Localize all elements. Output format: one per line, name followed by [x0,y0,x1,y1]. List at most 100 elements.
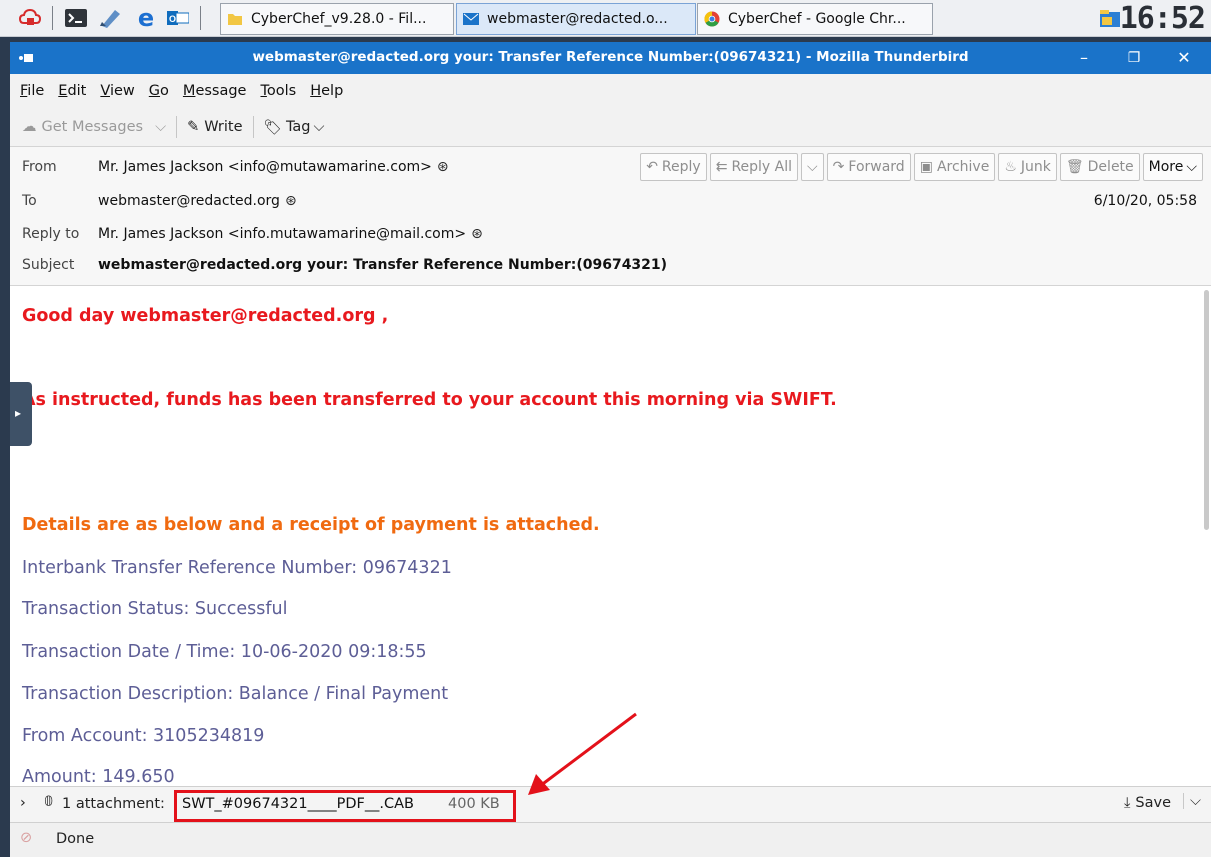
minimize-button[interactable]: – [1067,46,1101,70]
chevron-down-icon: ⌵ [155,119,167,135]
forward-icon: ↷ [832,159,845,175]
reply-all-dropdown[interactable]: ⌵ [801,153,824,181]
from-account-line: From Account: 3105234819 [22,726,265,746]
to-label: To [22,193,37,209]
tag-icon: 🏷 [263,119,282,136]
task-cyberchef-files[interactable]: CyberChef_v9.28.0 - Fil... [220,3,454,35]
menu-help[interactable]: Help [310,83,343,99]
svg-text:O: O [169,14,176,24]
chevron-down-icon: ⌵ [1190,793,1201,809]
menu-view[interactable]: View [100,83,134,99]
archive-icon: ▣ [919,159,933,175]
header-action-buttons: ↶ Reply ⇇ Reply All ⌵ ↷ Forward ▣ Archive ♨ J… [640,153,1203,181]
pencil-icon: ✎ [187,119,200,135]
terminal-icon[interactable] [64,6,88,30]
attachment-highlight-box [174,790,516,822]
subject-label: Subject [22,257,75,273]
title-bar: webmaster@redacted.org your: Transfer Re… [10,42,1211,74]
more-button[interactable]: More ⌵ [1142,153,1203,181]
menu-go[interactable]: Go [149,83,169,99]
tag-button[interactable]: 🏷 Tag ⌵ [258,114,331,140]
status-line: Transaction Status: Successful [22,599,288,619]
forward-button[interactable]: ↷ Forward [826,153,911,181]
contact-icon[interactable]: ⊛ [437,159,449,175]
subject-value: webmaster@redacted.org your: Transfer Re… [98,257,668,273]
toolbar-separator [176,116,178,138]
junk-button[interactable]: ♨ Junk [998,153,1057,181]
close-button[interactable]: ✕ [1167,46,1201,70]
greeting-line: Good day webmaster@redacted.org , [22,306,389,326]
taskbar-clock[interactable]: 16:52 [1120,1,1206,36]
annotation-arrow [528,712,637,795]
attachment-count[interactable]: 1 attachment: [62,796,165,812]
edge-browser-icon[interactable]: e [134,4,158,32]
get-messages-button[interactable]: ☁ Get Messages [16,114,149,140]
header-replyto-row: Reply to Mr. James Jackson <info.mutawam… [22,222,483,246]
description-line: Transaction Description: Balance / Final… [22,684,449,704]
taskbar: e O CyberChef_v9.28.0 - Fil... webmaster… [0,0,1211,37]
paperclip-icon: 𝟘 [44,794,54,810]
task-label: CyberChef - Google Chr... [728,11,906,27]
from-label: From [22,159,57,175]
thunderbird-window: webmaster@redacted.org your: Transfer Re… [10,42,1211,857]
outlook-icon[interactable]: O [166,6,190,30]
offline-icon[interactable]: ⊘ [20,830,32,846]
menu-message[interactable]: Message [183,83,247,99]
side-panel-handle[interactable]: ▸ [10,382,32,446]
file-manager-tray-icon[interactable] [1098,6,1122,30]
cloud-app-icon[interactable] [18,6,42,30]
restore-button[interactable]: ❐ [1117,46,1151,70]
main-toolbar: ☁ Get Messages ⌵ ✎ Write 🏷 Tag ⌵ [10,108,1211,147]
chevron-down-icon: ⌵ [807,159,818,175]
task-label: CyberChef_v9.28.0 - Fil... [251,11,427,27]
folder-icon [228,14,242,25]
amount-line: Amount: 149.650 [22,767,175,786]
message-header: From Mr. James Jackson <info@mutawamarin… [10,147,1211,286]
menu-edit[interactable]: Edit [58,83,86,99]
contact-icon[interactable]: ⊛ [471,226,483,242]
reply-all-button[interactable]: ⇇ Reply All [709,153,799,181]
toolbar-separator [252,116,254,138]
instructed-line: As instructed, funds has been transferre… [22,390,837,410]
chrome-icon [704,11,720,27]
header-from-row: From Mr. James Jackson <info@mutawamarin… [22,155,449,179]
get-messages-dropdown[interactable]: ⌵ [149,114,172,140]
archive-button[interactable]: ▣ Archive [913,153,996,181]
message-date: 6/10/20, 05:58 [1093,193,1197,209]
reference-line: Interbank Transfer Reference Number: 096… [22,558,452,578]
expand-chevron-icon[interactable]: › [20,795,26,811]
trash-icon: 🗑 [1065,159,1084,175]
delete-button[interactable]: 🗑 Delete [1059,153,1140,181]
download-icon: ⤓ [1123,795,1131,811]
replyto-value[interactable]: Mr. James Jackson <info.mutawamarine@mai… [98,226,466,242]
junk-flame-icon: ♨ [1004,159,1017,175]
menu-tools[interactable]: Tools [260,83,296,99]
from-value[interactable]: Mr. James Jackson <info@mutawamarine.com… [98,159,432,175]
get-messages-icon: ☁ [22,119,37,135]
reply-icon: ↶ [646,159,658,175]
menu-bar: File Edit View Go Message Tools Help [10,74,1211,108]
notepad-icon[interactable] [98,6,122,30]
status-text: Done [56,831,95,847]
chevron-down-icon: ⌵ [1186,159,1197,175]
save-dropdown[interactable]: ⌵ [1183,793,1201,809]
window-title: webmaster@redacted.org your: Transfer Re… [252,49,969,65]
task-thunderbird[interactable]: webmaster@redacted.o... [456,3,696,35]
write-button[interactable]: ✎ Write [181,114,248,140]
taskbar-separator [52,6,53,30]
header-to-row: To webmaster@redacted.org ⊛ [22,189,297,213]
status-bar: ⊘ Done [10,822,1211,857]
header-subject-row: Subject webmaster@redacted.org your: Tra… [22,253,667,277]
task-label: webmaster@redacted.o... [487,11,668,27]
save-button[interactable]: ⤓ Save [1124,795,1171,811]
vertical-scrollbar[interactable] [1204,290,1209,530]
task-chrome-cyberchef[interactable]: CyberChef - Google Chr... [697,3,933,35]
reply-button[interactable]: ↶ Reply [640,153,707,181]
replyto-label: Reply to [22,226,80,242]
to-value[interactable]: webmaster@redacted.org [98,193,280,209]
chevron-down-icon: ⌵ [313,119,325,135]
menu-file[interactable]: File [20,83,44,99]
expand-arrow-icon: ▸ [15,406,22,420]
contact-icon[interactable]: ⊛ [285,193,297,209]
reply-all-icon: ⇇ [715,159,728,175]
